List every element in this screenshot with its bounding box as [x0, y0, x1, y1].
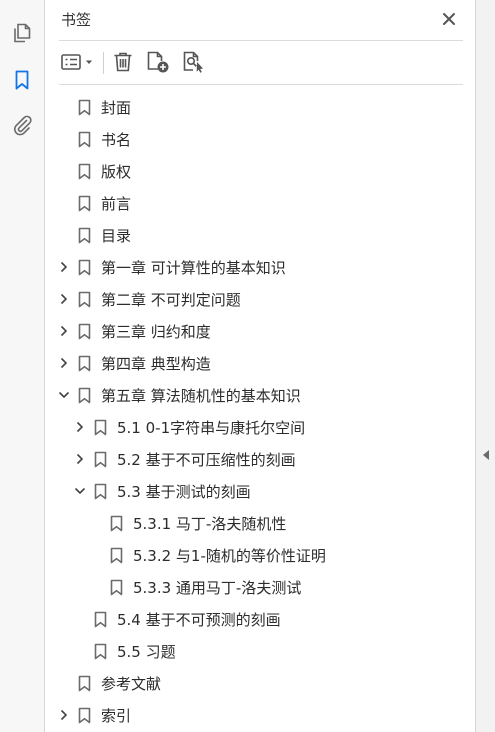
bookmark-icon [78, 387, 91, 404]
bookmark-item[interactable]: 5.5 习题 [45, 635, 475, 667]
bookmark-item[interactable]: 第一章 可计算性的基本知识 [45, 251, 475, 283]
panel-header: 书签 [45, 0, 475, 40]
bookmark-icon [110, 515, 123, 532]
bookmark-item[interactable]: 目录 [45, 219, 475, 251]
bookmark-icon [78, 259, 91, 276]
bookmark-item[interactable]: 第五章 算法随机性的基本知识 [45, 379, 475, 411]
bookmark-icon [78, 707, 91, 724]
pages-icon[interactable] [11, 22, 33, 44]
panel-splitter[interactable] [475, 0, 495, 732]
chevron-right-icon[interactable] [73, 452, 87, 466]
bookmark-label: 5.4 基于不可预测的刻画 [117, 611, 281, 629]
bookmark-label: 第一章 可计算性的基本知识 [101, 259, 286, 277]
close-panel-button[interactable] [440, 10, 458, 28]
bookmark-item[interactable]: 索引 [45, 699, 475, 731]
bookmarks-toolbar [45, 42, 475, 84]
bookmark-label: 5.3 基于测试的刻画 [117, 483, 251, 501]
bookmark-icon [78, 99, 91, 116]
bookmark-item[interactable]: 5.3 基于测试的刻画 [45, 475, 475, 507]
find-bookmark-icon [183, 51, 203, 73]
chevron-right-icon[interactable] [57, 260, 71, 274]
bookmark-item[interactable]: 第四章 典型构造 [45, 347, 475, 379]
bookmark-label: 第五章 算法随机性的基本知识 [101, 387, 301, 405]
bookmark-icon [110, 547, 123, 564]
bookmark-label: 第三章 归约和度 [101, 323, 211, 341]
find-bookmark-button[interactable] [181, 50, 207, 74]
bookmark-label: 第四章 典型构造 [101, 355, 211, 373]
bookmark-label: 索引 [101, 707, 132, 725]
bookmark-icon [78, 163, 91, 180]
bookmarks-panel: 书签 封面 书名 版权 前言 目录 第一章 可计算性的基本知识 第二章 不可判定… [45, 0, 475, 732]
divider [59, 40, 463, 41]
close-icon [443, 13, 455, 25]
delete-bookmark-button[interactable] [111, 50, 135, 74]
options-menu-button[interactable] [59, 50, 97, 74]
chevron-right-icon[interactable] [73, 420, 87, 434]
bookmark-label: 5.2 基于不可压缩性的刻画 [117, 451, 296, 469]
bookmark-icon [78, 291, 91, 308]
bookmark-icon [94, 643, 107, 660]
bookmark-icon [78, 355, 91, 372]
bookmark-icon [78, 131, 91, 148]
bookmark-tree: 封面书名版权前言目录第一章 可计算性的基本知识 第二章 不可判定问题 第三章 归约和… [45, 91, 475, 731]
bookmark-item[interactable]: 第三章 归约和度 [45, 315, 475, 347]
bookmark-icon [110, 579, 123, 596]
bookmark-label: 前言 [101, 195, 132, 213]
bookmark-icon [94, 611, 107, 628]
bookmark-item[interactable]: 参考文献 [45, 667, 475, 699]
bookmark-label: 参考文献 [101, 675, 162, 693]
bookmark-icon [94, 483, 107, 500]
panel-title: 书签 [61, 11, 92, 29]
new-bookmark-icon [147, 51, 169, 73]
left-navigation-rail [0, 0, 45, 732]
chevron-right-icon[interactable] [57, 708, 71, 722]
bookmark-icon [78, 675, 91, 692]
bookmark-item[interactable]: 5.3.1 马丁-洛夫随机性 [45, 507, 475, 539]
bookmark-item[interactable]: 5.4 基于不可预测的刻画 [45, 603, 475, 635]
toolbar-separator [103, 52, 104, 74]
options-menu-icon [61, 54, 92, 70]
bookmark-label: 5.3.3 通用马丁-洛夫测试 [133, 579, 302, 597]
bookmark-icon [78, 227, 91, 244]
bookmark-label: 5.5 习题 [117, 643, 176, 661]
bookmark-icon[interactable] [11, 69, 33, 91]
bookmark-label: 第二章 不可判定问题 [101, 291, 241, 309]
bookmark-label: 版权 [101, 163, 132, 181]
bookmark-item[interactable]: 版权 [45, 155, 475, 187]
chevron-right-icon[interactable] [57, 356, 71, 370]
attachment-icon[interactable] [11, 114, 33, 136]
bookmark-item[interactable]: 5.1 0-1字符串与康托尔空间 [45, 411, 475, 443]
bookmark-item[interactable]: 书名 [45, 123, 475, 155]
chevron-right-icon[interactable] [57, 292, 71, 306]
bookmark-item[interactable]: 前言 [45, 187, 475, 219]
bookmark-icon [94, 419, 107, 436]
collapse-arrow-icon[interactable] [483, 450, 489, 460]
bookmark-label: 目录 [101, 227, 132, 245]
bookmark-item[interactable]: 封面 [45, 91, 475, 123]
bookmark-item[interactable]: 5.2 基于不可压缩性的刻画 [45, 443, 475, 475]
bookmark-label: 书名 [101, 131, 132, 149]
bookmark-label: 封面 [101, 99, 132, 117]
bookmark-item[interactable]: 5.3.3 通用马丁-洛夫测试 [45, 571, 475, 603]
chevron-down-icon[interactable] [73, 484, 87, 498]
bookmark-item[interactable]: 5.3.2 与1-随机的等价性证明 [45, 539, 475, 571]
chevron-down-icon[interactable] [57, 388, 71, 402]
bookmark-label: 5.3.2 与1-随机的等价性证明 [133, 547, 326, 565]
bookmark-icon [78, 195, 91, 212]
chevron-right-icon[interactable] [57, 324, 71, 338]
new-bookmark-button[interactable] [145, 50, 171, 74]
bookmark-label: 5.1 0-1字符串与康托尔空间 [117, 419, 306, 437]
bookmark-icon [78, 323, 91, 340]
divider [59, 84, 463, 85]
bookmark-icon [94, 451, 107, 468]
bookmark-label: 5.3.1 马丁-洛夫随机性 [133, 515, 287, 533]
delete-icon [114, 52, 132, 72]
bookmark-item[interactable]: 第二章 不可判定问题 [45, 283, 475, 315]
